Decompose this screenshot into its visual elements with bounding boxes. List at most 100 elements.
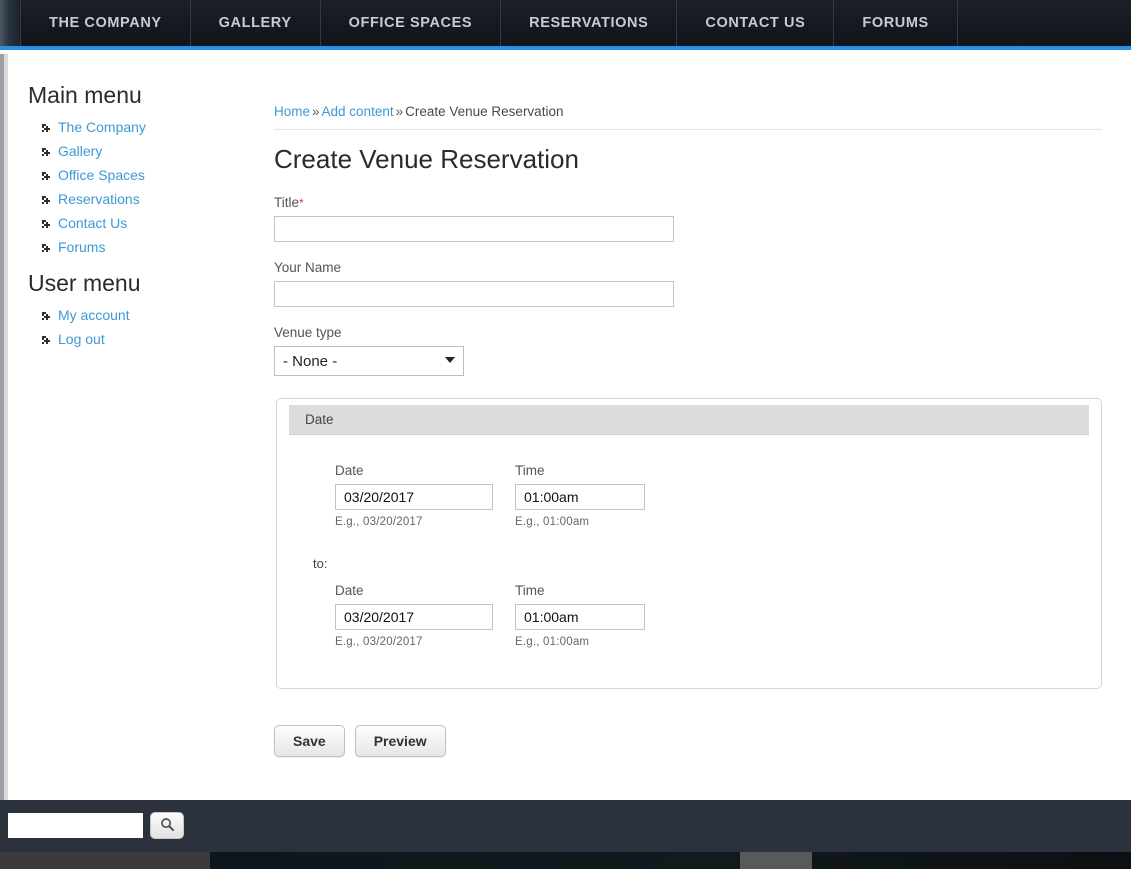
date-to-date-col: Date E.g., 03/20/2017 — [335, 583, 493, 648]
from-time-input[interactable] — [515, 483, 645, 510]
from-time-hint: E.g., 01:00am — [515, 515, 590, 528]
page-body: Main menu The Company Gallery Office Spa… — [0, 54, 1131, 800]
to-time-label: Time — [515, 582, 545, 598]
arrow-bullet-icon — [42, 334, 51, 344]
form-item-venue-type: Venue type - None - — [274, 325, 1102, 376]
date-from-group: Date E.g., 03/20/2017 Time E.g., 01:00am — [313, 463, 1065, 528]
nav-item-the-company[interactable]: THE COMPANY — [20, 0, 191, 46]
sidebar-item-label[interactable]: Office Spaces — [58, 167, 145, 183]
form-item-your-name: Your Name — [274, 260, 1102, 307]
page-title: Create Venue Reservation — [274, 144, 579, 174]
nav-item-office-spaces[interactable]: OFFICE SPACES — [321, 0, 502, 46]
taskbar-segment-left[interactable] — [0, 852, 210, 869]
breadcrumb-separator: » — [312, 104, 320, 119]
venue-type-label: Venue type — [274, 325, 342, 340]
venue-type-select[interactable]: - None - — [274, 346, 464, 376]
sidebar-item-forums[interactable]: Forums — [42, 239, 248, 256]
nav-item-reservations[interactable]: RESERVATIONS — [501, 0, 678, 46]
to-time-input[interactable] — [515, 603, 645, 630]
to-date-label: Date — [335, 582, 364, 598]
to-date-hint: E.g., 03/20/2017 — [335, 635, 423, 648]
to-time-hint: E.g., 01:00am — [515, 635, 590, 648]
search-input[interactable] — [8, 813, 143, 838]
taskbar-segment-window-1[interactable] — [210, 852, 740, 869]
nav-item-label: THE COMPANY — [49, 15, 162, 31]
breadcrumb-link-add-content[interactable]: Add content — [322, 104, 394, 119]
date-from-row: Date E.g., 03/20/2017 Time E.g., 01:00am — [335, 463, 1065, 528]
nav-item-label: FORUMS — [862, 15, 929, 31]
title-label-text: Title — [274, 195, 300, 210]
from-date-hint: E.g., 03/20/2017 — [335, 515, 423, 528]
venue-type-select-wrapper: - None - — [274, 346, 464, 376]
search-button[interactable] — [150, 812, 184, 839]
date-from-time-col: Time E.g., 01:00am — [515, 463, 645, 528]
nav-item-gallery[interactable]: GALLERY — [191, 0, 321, 46]
from-date-input[interactable] — [335, 483, 493, 510]
footer-search-form — [8, 812, 184, 839]
sidebar-item-office-spaces[interactable]: Office Spaces — [42, 167, 248, 184]
main-menu-list: The Company Gallery Office Spaces Reserv… — [28, 119, 248, 256]
date-to-group: Date E.g., 03/20/2017 Time E.g., 01:00am — [313, 583, 1065, 648]
date-from-date-col: Date E.g., 03/20/2017 — [335, 463, 493, 528]
nav-item-label: OFFICE SPACES — [348, 15, 473, 31]
from-time-label: Time — [515, 462, 545, 478]
breadcrumb-link-home[interactable]: Home — [274, 104, 310, 119]
sidebar-item-log-out[interactable]: Log out — [42, 331, 248, 348]
arrow-bullet-icon — [42, 170, 51, 180]
os-taskbar — [0, 852, 1131, 869]
arrow-bullet-icon — [42, 194, 51, 204]
required-marker: * — [299, 196, 304, 210]
user-menu-title: User menu — [28, 270, 141, 296]
taskbar-segment-active-window[interactable] — [740, 852, 812, 869]
nav-item-label: GALLERY — [218, 15, 292, 31]
main-menu-title: Main menu — [28, 82, 142, 108]
to-date-input[interactable] — [335, 603, 493, 630]
form-item-title: Title* — [274, 195, 1102, 242]
sidebar-item-reservations[interactable]: Reservations — [42, 191, 248, 208]
footer — [0, 800, 1131, 852]
sidebar-item-label[interactable]: The Company — [58, 119, 146, 135]
sidebar-item-label[interactable]: My account — [58, 307, 130, 323]
date-to-row: Date E.g., 03/20/2017 Time E.g., 01:00am — [335, 583, 1065, 648]
page-root: THE COMPANY GALLERY OFFICE SPACES RESERV… — [0, 0, 1131, 869]
from-date-label: Date — [335, 462, 364, 478]
form-actions: Save Preview — [274, 724, 1102, 757]
arrow-bullet-icon — [42, 242, 51, 252]
main-content: Home» Add content» Create Venue Reservatio… — [274, 104, 1102, 757]
arrow-bullet-icon — [42, 310, 51, 320]
sidebar-item-label[interactable]: Forums — [58, 239, 105, 255]
sidebar-item-label[interactable]: Contact Us — [58, 215, 127, 231]
preview-button[interactable]: Preview — [354, 724, 446, 757]
arrow-bullet-icon — [42, 218, 51, 228]
sidebar-item-label[interactable]: Reservations — [58, 191, 140, 207]
arrow-bullet-icon — [42, 146, 51, 156]
breadcrumb-current: Create Venue Reservation — [405, 104, 564, 119]
title-label: Title* — [274, 195, 1102, 210]
to-label: to: — [313, 555, 328, 571]
nav-item-label: RESERVATIONS — [529, 15, 649, 31]
date-fieldset: Date Date E.g., 03/20/2017 Time — [276, 398, 1102, 689]
date-fieldset-legend: Date — [289, 404, 1089, 435]
breadcrumb: Home» Add content» Create Venue Reservatio… — [274, 104, 1102, 130]
sidebar-item-label[interactable]: Gallery — [58, 143, 102, 159]
sidebar-item-the-company[interactable]: The Company — [42, 119, 248, 136]
your-name-label: Your Name — [274, 260, 342, 275]
sidebar-item-contact-us[interactable]: Contact Us — [42, 215, 248, 232]
nav-item-label: CONTACT US — [705, 15, 806, 31]
your-name-input[interactable] — [274, 281, 674, 307]
sidebar-item-my-account[interactable]: My account — [42, 307, 248, 324]
breadcrumb-separator: » — [395, 104, 404, 119]
user-menu-list: My account Log out — [28, 307, 248, 348]
date-to-time-col: Time E.g., 01:00am — [515, 583, 645, 648]
top-navigation-bar: THE COMPANY GALLERY OFFICE SPACES RESERV… — [0, 0, 1131, 50]
sidebar-item-gallery[interactable]: Gallery — [42, 143, 248, 160]
nav-item-forums[interactable]: FORUMS — [834, 0, 958, 46]
sidebar-item-label[interactable]: Log out — [58, 331, 105, 347]
nav-item-contact-us[interactable]: CONTACT US — [677, 0, 835, 46]
title-input[interactable] — [274, 216, 674, 242]
arrow-bullet-icon — [42, 122, 51, 132]
sidebar: Main menu The Company Gallery Office Spa… — [28, 82, 248, 355]
save-button[interactable]: Save — [274, 724, 345, 757]
taskbar-segment-window-2[interactable] — [812, 852, 1131, 869]
